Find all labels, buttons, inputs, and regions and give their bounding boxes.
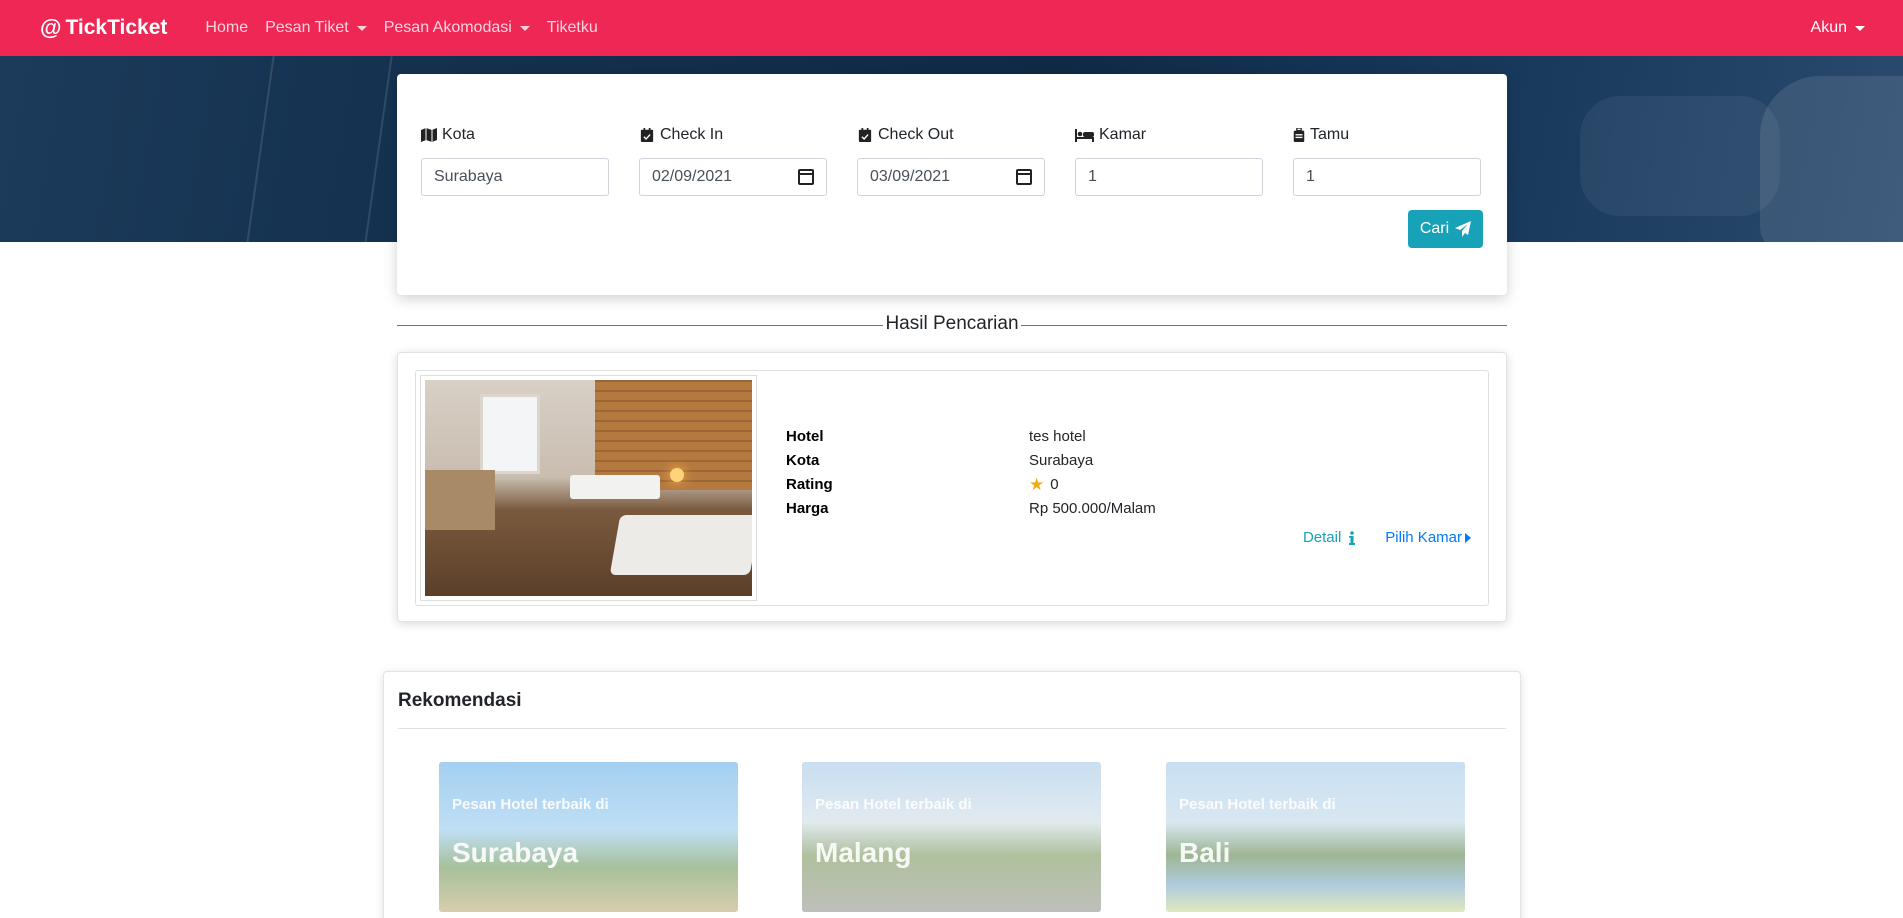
result-actions: Detail Pilih Kamar [1303, 529, 1471, 546]
calendar-check-icon [858, 128, 872, 142]
account-dropdown[interactable]: Akun [1811, 0, 1865, 56]
hotel-city: Surabaya [1029, 451, 1094, 469]
tamu-label-text: Tamu [1310, 126, 1350, 143]
checkin-input[interactable]: 02/09/2021 [639, 158, 827, 196]
brand-logo[interactable]: @ TickTicket [40, 15, 167, 41]
hotel-label: Hotel [786, 427, 824, 445]
hero-decor [1580, 96, 1780, 216]
pilih-kamar-label: Pilih Kamar [1385, 529, 1462, 546]
info-icon [1349, 530, 1356, 545]
rating-label: Rating [786, 475, 833, 493]
city-name: Surabaya [452, 837, 579, 868]
tamu-input[interactable]: 1 [1293, 158, 1481, 196]
hotel-result-card: Hotel tes hotel Kota Surabaya Rating ★ 0 Har… [397, 352, 1507, 622]
paper-plane-icon [1455, 221, 1472, 237]
caret-down-icon [356, 25, 367, 31]
city-name: Malang [815, 837, 912, 868]
account-label: Akun [1810, 19, 1847, 36]
kamar-input[interactable]: 1 [1075, 158, 1263, 196]
city-card-bali[interactable]: Pesan Hotel terbaik di Bali [1166, 762, 1465, 912]
checkout-field: Check Out 03/09/2021 [857, 125, 1045, 196]
checkout-value: 03/09/2021 [870, 168, 951, 185]
kota-label-text: Kota [442, 126, 475, 143]
star-icon: ★ [1029, 474, 1045, 494]
kota-label: Kota [421, 125, 609, 145]
checkout-input[interactable]: 03/09/2021 [857, 158, 1045, 196]
divider-line [398, 728, 1506, 729]
bed-icon [1075, 129, 1094, 142]
city-tagline: Pesan Hotel terbaik di [1179, 796, 1336, 813]
checkin-label: Check In [639, 125, 827, 145]
city-tagline: Pesan Hotel terbaik di [815, 796, 972, 813]
harga-label: Harga [786, 499, 829, 517]
kota-input[interactable]: Surabaya [421, 158, 609, 196]
navbar: @ TickTicket Home Pesan Tiket Pesan Akom… [0, 0, 1903, 56]
hotel-name: tes hotel [1029, 427, 1086, 445]
checkout-label-text: Check Out [878, 126, 954, 143]
suitcase-icon [1293, 128, 1305, 142]
checkin-value: 02/09/2021 [652, 168, 733, 185]
calendar-icon[interactable] [798, 169, 814, 185]
hotel-result-item: Hotel tes hotel Kota Surabaya Rating ★ 0 Har… [415, 370, 1489, 606]
hotel-photo [420, 375, 757, 601]
hotel-rating: ★ 0 [1029, 476, 1059, 493]
city-card-surabaya[interactable]: Pesan Hotel terbaik di Surabaya [439, 762, 738, 912]
detail-link[interactable]: Detail [1302, 529, 1356, 546]
hero-decor [1760, 76, 1903, 242]
kota-field: Kota Surabaya [421, 125, 609, 196]
rating-value: 0 [1050, 475, 1059, 493]
results-title: Hasil Pencarian [883, 313, 1021, 334]
caret-down-icon [519, 25, 530, 31]
search-form: Kota Surabaya Check In 02/09/2021 Check … [397, 74, 1507, 295]
tamu-value: 1 [1306, 168, 1315, 185]
nav-tiketku-label: Tiketku [546, 19, 598, 36]
checkout-label: Check Out [857, 125, 1045, 145]
nav-home[interactable]: Home [205, 19, 248, 37]
nav-pesan-akomodasi[interactable]: Pesan Akomodasi [384, 19, 530, 37]
city-card-malang[interactable]: Pesan Hotel terbaik di Malang [802, 762, 1101, 912]
brand-name: TickTicket [65, 16, 168, 39]
nav-home-label: Home [205, 19, 249, 36]
hero-decor [245, 56, 395, 242]
recommendation-section: Rekomendasi Pesan Hotel terbaik di Surab… [383, 671, 1521, 918]
caret-right-icon [1465, 532, 1471, 543]
results-heading: Hasil Pencarian [397, 313, 1507, 337]
search-button[interactable]: Cari [1408, 210, 1483, 248]
pilih-kamar-link[interactable]: Pilih Kamar [1385, 529, 1471, 546]
checkin-field: Check In 02/09/2021 [639, 125, 827, 196]
at-icon: @ [40, 15, 62, 40]
hotel-info: Hotel tes hotel Kota Surabaya Rating ★ 0 Har… [786, 424, 1286, 520]
tamu-label: Tamu [1293, 125, 1481, 145]
checkin-label-text: Check In [660, 126, 724, 143]
city-name: Bali [1179, 837, 1231, 868]
nav-pesan-tiket-label: Pesan Tiket [265, 19, 349, 36]
kamar-label-text: Kamar [1099, 126, 1147, 143]
hotel-price: Rp 500.000/Malam [1029, 499, 1156, 517]
recommendation-title: Rekomendasi [398, 690, 522, 711]
nav-pesan-akomodasi-label: Pesan Akomodasi [383, 19, 512, 36]
kota-label: Kota [786, 451, 820, 469]
nav-pesan-tiket[interactable]: Pesan Tiket [265, 19, 367, 37]
calendar-check-icon [640, 128, 654, 142]
tamu-field: Tamu 1 [1293, 125, 1481, 196]
hotel-room-image [425, 380, 752, 596]
calendar-icon[interactable] [1016, 169, 1032, 185]
caret-down-icon [1855, 25, 1865, 31]
nav-tiketku[interactable]: Tiketku [547, 19, 598, 37]
kota-value: Surabaya [434, 168, 503, 185]
map-icon [421, 128, 437, 142]
city-tagline: Pesan Hotel terbaik di [452, 796, 609, 813]
search-button-label: Cari [1419, 220, 1450, 237]
kamar-label: Kamar [1075, 125, 1263, 145]
detail-label: Detail [1302, 529, 1342, 546]
kamar-field: Kamar 1 [1075, 125, 1263, 196]
kamar-value: 1 [1088, 168, 1097, 185]
